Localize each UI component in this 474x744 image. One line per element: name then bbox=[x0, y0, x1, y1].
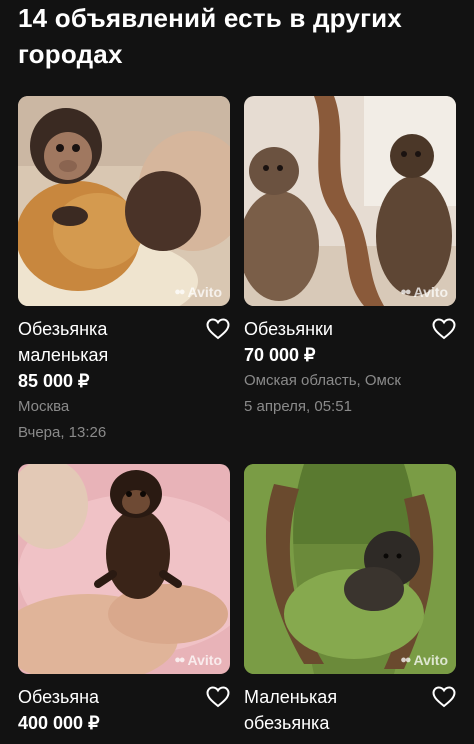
avito-watermark: ●● Avito bbox=[174, 652, 222, 668]
listing-location: Омская область, Омск bbox=[244, 372, 401, 389]
monkey-photo bbox=[18, 96, 230, 306]
listing-title[interactable]: Маленькая обезьянка bbox=[244, 684, 420, 736]
monkey-photo bbox=[18, 464, 230, 674]
heart-outline-icon bbox=[432, 686, 456, 708]
heart-outline-icon bbox=[432, 318, 456, 340]
favorite-button[interactable] bbox=[432, 318, 456, 340]
heart-outline-icon bbox=[206, 686, 230, 708]
listing-photo-2[interactable]: ●● Avito bbox=[244, 96, 456, 306]
listing-price: 70 000 ₽ bbox=[244, 345, 316, 365]
listing-location: Москва bbox=[18, 398, 70, 415]
monkey-photo bbox=[244, 96, 456, 306]
section-heading: 14 объявлений есть в других городах bbox=[18, 3, 402, 69]
favorite-button[interactable] bbox=[206, 318, 230, 340]
listing-title[interactable]: Обезьянка маленькая bbox=[18, 316, 194, 368]
listing-price: 85 000 ₽ bbox=[18, 371, 90, 391]
listing-date: 5 апреля, 05:51 bbox=[244, 398, 352, 415]
listing-photo-3[interactable]: ●● Avito bbox=[18, 464, 230, 674]
avito-watermark: ●● Avito bbox=[400, 652, 448, 668]
listing-price: 400 000 ₽ bbox=[18, 713, 100, 733]
heart-outline-icon bbox=[206, 318, 230, 340]
favorite-button[interactable] bbox=[432, 686, 456, 708]
avito-watermark: ●● Avito bbox=[174, 284, 222, 300]
listing-title[interactable]: Обезьянки bbox=[244, 316, 420, 342]
avito-watermark: ●● Avito bbox=[400, 284, 448, 300]
favorite-button[interactable] bbox=[206, 686, 230, 708]
monkey-photo bbox=[244, 464, 456, 674]
listing-date: Вчера, 13:26 bbox=[18, 424, 107, 441]
listing-photo-4[interactable]: ●● Avito bbox=[244, 464, 456, 674]
listing-photo-1[interactable]: ●● Avito bbox=[18, 96, 230, 306]
listing-title[interactable]: Обезьяна bbox=[18, 684, 194, 710]
